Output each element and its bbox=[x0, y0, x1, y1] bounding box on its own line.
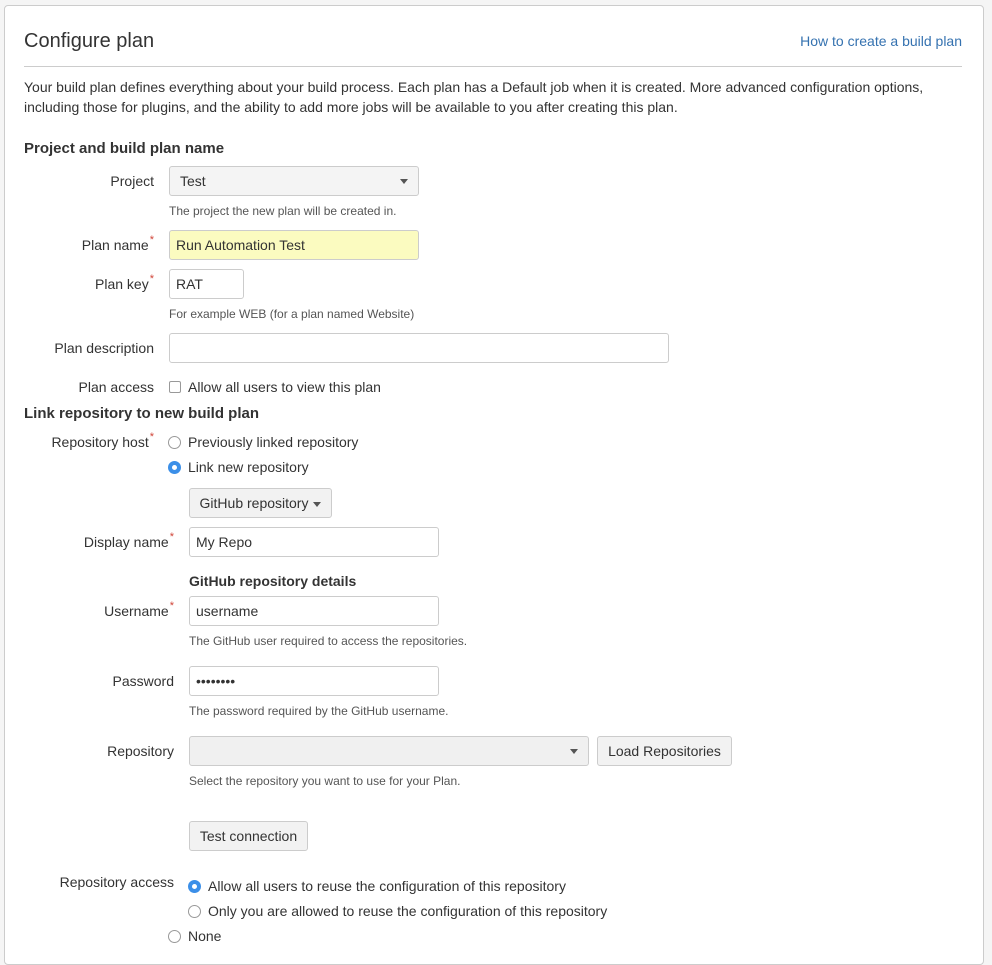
option-allow-all-reuse: Allow all users to reuse the configurati… bbox=[208, 878, 566, 894]
plan-description-label: Plan description bbox=[54, 340, 154, 356]
repository-description: Select the repository you want to use fo… bbox=[189, 774, 461, 788]
repository-select[interactable] bbox=[189, 736, 589, 766]
chevron-down-icon bbox=[400, 179, 408, 184]
plan-access-option: Allow all users to view this plan bbox=[188, 379, 381, 395]
repo-type-dropdown-button[interactable]: GitHub repository bbox=[189, 488, 332, 518]
plan-name-label: Plan name* bbox=[81, 234, 154, 253]
plan-description-input[interactable] bbox=[169, 333, 669, 363]
github-details-title: GitHub repository details bbox=[189, 573, 357, 589]
plan-key-label: Plan key* bbox=[95, 273, 154, 292]
project-select-value: Test bbox=[180, 173, 206, 189]
display-name-label: Display name* bbox=[83, 531, 174, 550]
chevron-down-icon bbox=[313, 501, 322, 507]
username-input[interactable]: username bbox=[189, 596, 439, 626]
option-link-new: Link new repository bbox=[188, 459, 309, 475]
password-input[interactable]: •••••••• bbox=[189, 666, 439, 696]
radio-link-new[interactable] bbox=[168, 461, 181, 474]
required-icon: * bbox=[149, 431, 154, 443]
option-previously-linked: Previously linked repository bbox=[188, 434, 359, 450]
radio-none[interactable] bbox=[168, 930, 181, 943]
help-link[interactable]: How to create a build plan bbox=[800, 33, 962, 49]
intro-text: Your build plan defines everything about… bbox=[24, 79, 924, 115]
required-icon: * bbox=[169, 600, 174, 612]
display-name-input[interactable]: My Repo bbox=[189, 527, 439, 557]
load-repositories-button[interactable]: Load Repositories bbox=[597, 736, 732, 766]
plan-access-label: Plan access bbox=[78, 379, 154, 395]
repo-type-label: GitHub repository bbox=[199, 495, 309, 511]
project-select[interactable]: Test bbox=[169, 166, 419, 196]
required-icon: * bbox=[149, 234, 154, 246]
plan-name-input[interactable]: Run Automation Test bbox=[169, 230, 419, 260]
password-description: The password required by the GitHub user… bbox=[189, 704, 449, 718]
username-description: The GitHub user required to access the r… bbox=[189, 634, 468, 648]
required-icon: * bbox=[169, 531, 174, 543]
option-none: None bbox=[188, 928, 222, 944]
project-description: The project the new plan will be created… bbox=[169, 204, 397, 218]
plan-key-description: For example WEB (for a plan named Websit… bbox=[169, 307, 415, 321]
test-connection-button[interactable]: Test connection bbox=[189, 821, 308, 851]
section-title-plan: Project and build plan name bbox=[24, 140, 225, 157]
repository-host-label: Repository host* bbox=[51, 431, 154, 450]
radio-allow-all-reuse[interactable] bbox=[188, 880, 201, 893]
page-title: Configure plan bbox=[24, 30, 155, 52]
repository-access-label: Repository access bbox=[59, 874, 174, 890]
chevron-down-icon bbox=[570, 749, 578, 754]
plan-access-checkbox[interactable] bbox=[169, 381, 181, 393]
radio-only-you-reuse[interactable] bbox=[188, 905, 201, 918]
header-divider bbox=[24, 66, 962, 67]
project-label: Project bbox=[110, 173, 154, 189]
radio-previously-linked[interactable] bbox=[168, 436, 181, 449]
repository-label: Repository bbox=[107, 743, 174, 759]
section-title-repository: Link repository to new build plan bbox=[24, 405, 260, 422]
password-label: Password bbox=[112, 673, 174, 689]
required-icon: * bbox=[149, 273, 154, 285]
username-label: Username* bbox=[104, 600, 174, 619]
plan-key-input[interactable]: RAT bbox=[169, 269, 244, 299]
option-only-you-reuse: Only you are allowed to reuse the config… bbox=[208, 903, 608, 919]
